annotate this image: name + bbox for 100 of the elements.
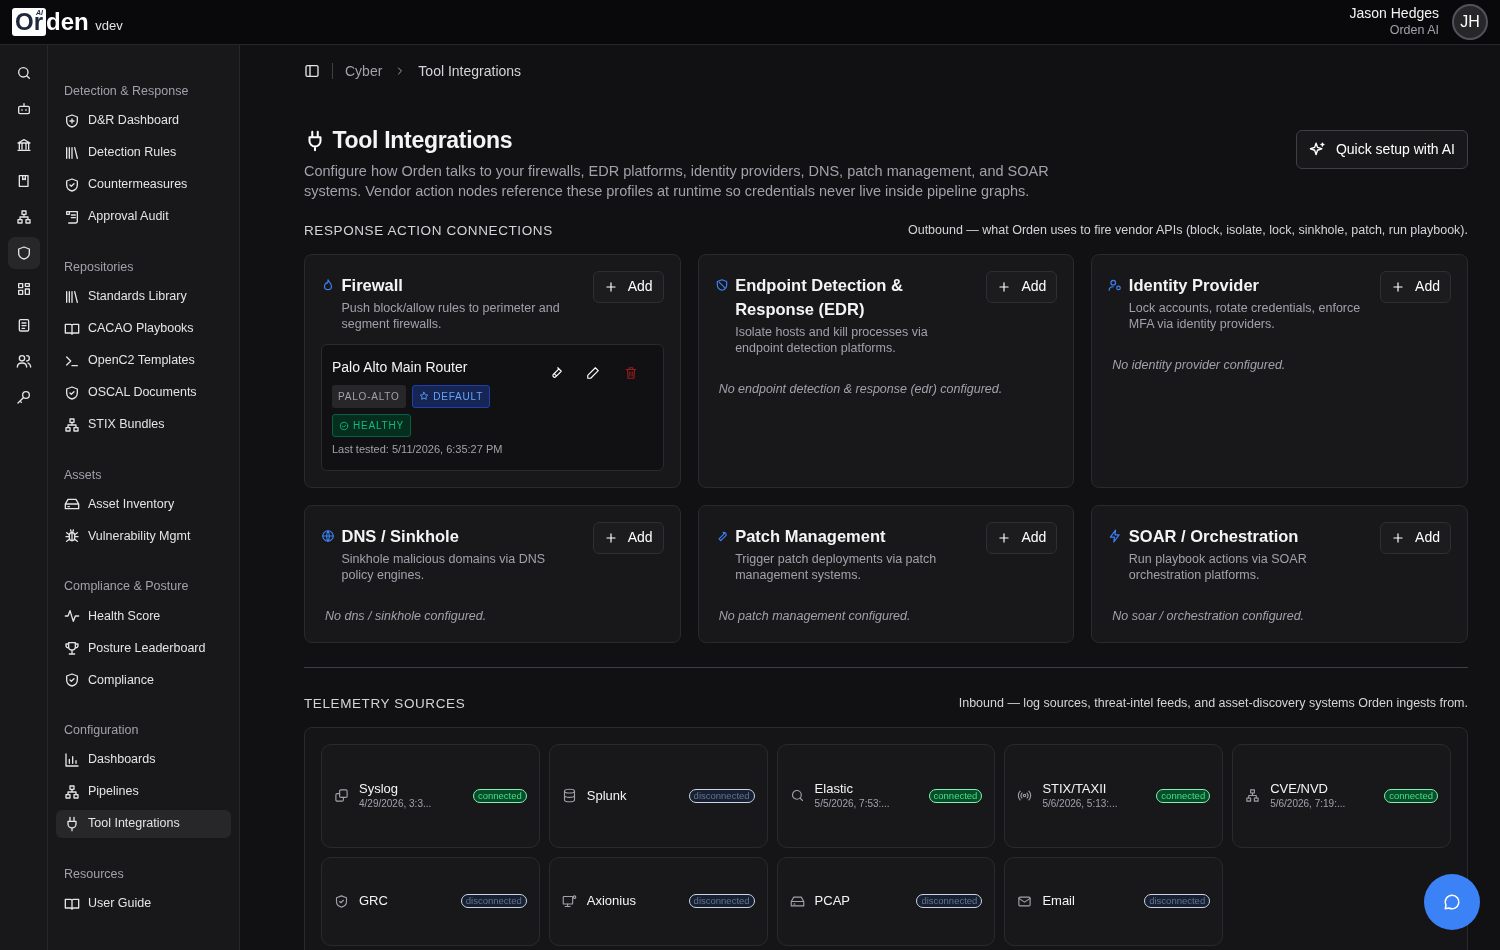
add-button[interactable]: Add — [592, 521, 664, 554]
logo-text: den — [46, 8, 89, 36]
card-description: Push block/allow rules to perimeter and segment firewalls. — [341, 300, 561, 332]
chat-icon — [1443, 893, 1461, 911]
breadcrumb-link[interactable]: Tool Integrations — [418, 60, 522, 82]
source-name: PCAP — [814, 893, 851, 910]
health-tag: HEALTHY — [332, 414, 411, 437]
sidebar-item[interactable]: STIX Bundles — [56, 410, 231, 439]
pencil-icon — [586, 365, 601, 380]
sidebar-item[interactable]: Approval Audit — [56, 202, 231, 231]
shield-check-icon — [64, 176, 80, 193]
monitor-icon — [561, 893, 577, 909]
source-tile[interactable]: PCAP disconnected — [776, 856, 996, 946]
card-description: Run playbook actions via SOAR orchestration platforms. — [1128, 550, 1308, 583]
users-icon — [15, 353, 32, 369]
vendor-tag: PALO-ALTO — [332, 384, 406, 408]
bug-icon — [64, 528, 80, 545]
source-time: 5/6/2026, 5:13:... — [1042, 796, 1119, 811]
card-description: Isolate hosts and kill processes via endpoint detection platforms. — [735, 324, 929, 356]
sidebar-item[interactable]: Dashboards — [56, 745, 231, 774]
section-title: RESPONSE ACTION CONNECTIONS — [304, 221, 553, 240]
add-button[interactable]: Add — [986, 521, 1058, 554]
source-name: Splunk — [586, 787, 628, 804]
source-tile[interactable]: Syslog 4/29/2026, 3:3... connected — [321, 743, 540, 848]
user-org: Orden AI — [1388, 22, 1439, 39]
breadcrumb-link[interactable]: Cyber — [345, 60, 383, 82]
empty-message: No endpoint detection & response (edr) configured. — [718, 382, 1003, 396]
sidebar-heading: Resources — [63, 865, 125, 883]
source-tile[interactable]: Elastic 5/5/2026, 7:53:... connected — [776, 743, 996, 848]
profile-name: Palo Alto Main Router — [332, 358, 469, 377]
sidebar-item[interactable]: Compliance — [56, 666, 231, 694]
status-pill: connected — [928, 788, 983, 803]
sidebar-item[interactable]: Asset Inventory — [56, 490, 231, 519]
source-tile[interactable]: Splunk disconnected — [548, 743, 768, 848]
card-title: SOAR / Orchestration — [1128, 525, 1300, 547]
sidebar-item[interactable]: Pipelines — [56, 777, 231, 806]
source-name: Syslog — [359, 780, 400, 797]
source-name: STIX/TAXII — [1042, 780, 1108, 797]
sidebar-item[interactable]: OSCAL Documents — [56, 378, 231, 407]
source-time: 4/29/2026, 3:3... — [359, 796, 433, 811]
environment-label: vdev — [95, 17, 123, 35]
search-icon — [789, 788, 805, 804]
scroll-icon — [64, 208, 80, 225]
source-tile[interactable]: Axionius disconnected — [548, 856, 768, 946]
quick-setup-button[interactable]: Quick setup with AI — [1295, 129, 1468, 169]
sidebar-item[interactable]: CACAO Playbooks — [56, 314, 231, 343]
user-gear-icon — [1108, 278, 1123, 293]
last-tested: Last tested: 5/11/2026, 6:35:27 PM — [332, 442, 504, 457]
add-button[interactable]: Add — [1380, 521, 1451, 554]
page-title: Tool Integrations — [332, 126, 513, 156]
user-avatar[interactable]: JH — [1452, 4, 1488, 40]
card-description: Trigger patch deployments via patch management systems. — [735, 550, 938, 583]
empty-message: No soar / orchestration configured. — [1112, 608, 1305, 623]
library-icon — [64, 144, 80, 161]
mail-icon — [1017, 893, 1033, 909]
status-pill: disconnected — [1144, 894, 1211, 909]
sidebar-item[interactable]: D&R Dashboard — [56, 106, 231, 135]
status-pill: connected — [1156, 788, 1211, 803]
status-pill: disconnected — [916, 894, 983, 909]
status-pill: disconnected — [460, 894, 527, 909]
sidebar-heading: Assets — [63, 466, 103, 484]
hierarchy-icon — [64, 783, 80, 800]
hierarchy-icon — [64, 416, 80, 433]
sidebar-item[interactable]: OpenC2 Templates — [56, 346, 231, 375]
sparkle-icon — [1308, 140, 1326, 158]
sidebar-item[interactable]: Tool Integrations — [56, 809, 231, 838]
sidebar-item[interactable]: Health Score — [56, 602, 231, 630]
trophy-icon — [64, 640, 80, 656]
source-name: Axionius — [586, 893, 637, 910]
empty-message: No patch management configured. — [718, 608, 911, 623]
section-note: Outbound — what Orden uses to fire vendor APIs (block, isolate, lock, sinkhole, patch, run playbook). — [907, 222, 1468, 240]
source-tile[interactable]: STIX/TAXII 5/6/2026, 5:13:... connected — [1004, 743, 1224, 848]
add-button[interactable]: Add — [592, 270, 664, 303]
sidebar-item[interactable]: Posture Leaderboard — [56, 634, 231, 662]
shield-plus-icon — [64, 112, 80, 129]
plus-icon — [1391, 530, 1406, 545]
add-button[interactable]: Add — [1380, 270, 1451, 303]
sidebar-item[interactable]: User Guide — [56, 889, 231, 918]
source-name: Elastic — [814, 780, 854, 797]
plus-icon — [1391, 279, 1406, 294]
bank-icon — [15, 137, 32, 153]
rail-button[interactable] — [7, 237, 40, 269]
add-button[interactable]: Add — [986, 270, 1058, 303]
plus-icon — [603, 279, 618, 294]
source-tile[interactable]: CVE/NVD 5/6/2026, 7:19:... connected — [1232, 743, 1451, 848]
source-tile[interactable]: GRC disconnected — [321, 856, 540, 946]
plus-icon — [997, 530, 1012, 545]
plus-icon — [603, 530, 618, 545]
card-description: Lock accounts, rotate credentials, enforce MFA via identity providers. — [1128, 300, 1362, 332]
shield-check-icon — [64, 384, 80, 401]
sidebar-item[interactable]: Detection Rules — [56, 138, 231, 167]
sidebar-item[interactable]: Countermeasures — [56, 170, 231, 199]
sidebar-heading: Compliance & Posture — [63, 578, 190, 596]
section-note: Inbound — log sources, threat-intel feeds, and asset-discovery systems Orden ingests from. — [958, 695, 1468, 713]
hierarchy-icon — [1245, 788, 1261, 804]
source-tile[interactable]: Email disconnected — [1004, 856, 1224, 946]
sidebar-item[interactable]: Standards Library — [56, 282, 231, 311]
sidebar-item[interactable]: Vulnerability Mgmt — [56, 522, 231, 551]
pulse-icon — [64, 608, 80, 624]
plus-icon — [997, 279, 1012, 294]
